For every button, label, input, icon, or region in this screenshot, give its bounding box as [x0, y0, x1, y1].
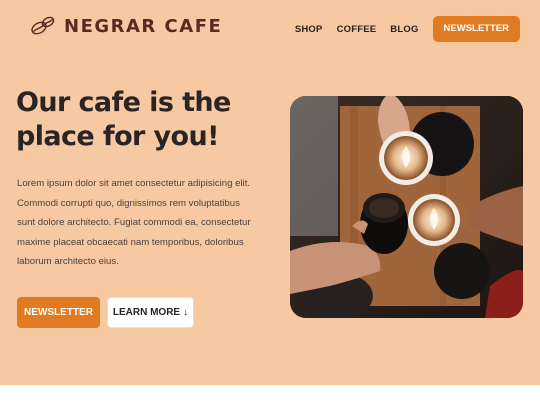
nav-link-shop[interactable]: SHOP: [295, 24, 323, 35]
newsletter-nav-button[interactable]: NEWSLETTER: [432, 16, 520, 42]
hero-title: Our cafe is the place for you!: [16, 87, 231, 152]
nav-link-blog[interactable]: BLOG: [390, 24, 418, 35]
next-section: [0, 385, 540, 405]
hero-description: Lorem ipsum dolor sit amet consectetur a…: [17, 178, 251, 267]
brand-logo-link[interactable]: NEGRAR CAFE: [30, 14, 222, 38]
page: NEGRAR CAFE SHOP COFFEE BLOG NEWSLETTER …: [0, 0, 540, 405]
main-nav: SHOP COFFEE BLOG NEWSLETTER: [295, 16, 520, 42]
nav-link-coffee[interactable]: COFFEE: [337, 24, 377, 35]
coffee-cheers-photo: [290, 96, 523, 318]
learn-more-button[interactable]: LEARN MORE ↓: [107, 297, 194, 328]
newsletter-button[interactable]: NEWSLETTER: [17, 297, 100, 328]
arrow-down-icon: ↓: [183, 307, 189, 318]
learn-more-button-label: LEARN MORE: [112, 307, 181, 318]
coffee-beans-icon: [31, 16, 55, 35]
hero-image: [290, 96, 523, 318]
newsletter-button-label: NEWSLETTER: [24, 307, 93, 318]
site-header: NEGRAR CAFE SHOP COFFEE BLOG NEWSLETTER: [0, 0, 540, 58]
brand-name: NEGRAR CAFE: [64, 15, 223, 37]
